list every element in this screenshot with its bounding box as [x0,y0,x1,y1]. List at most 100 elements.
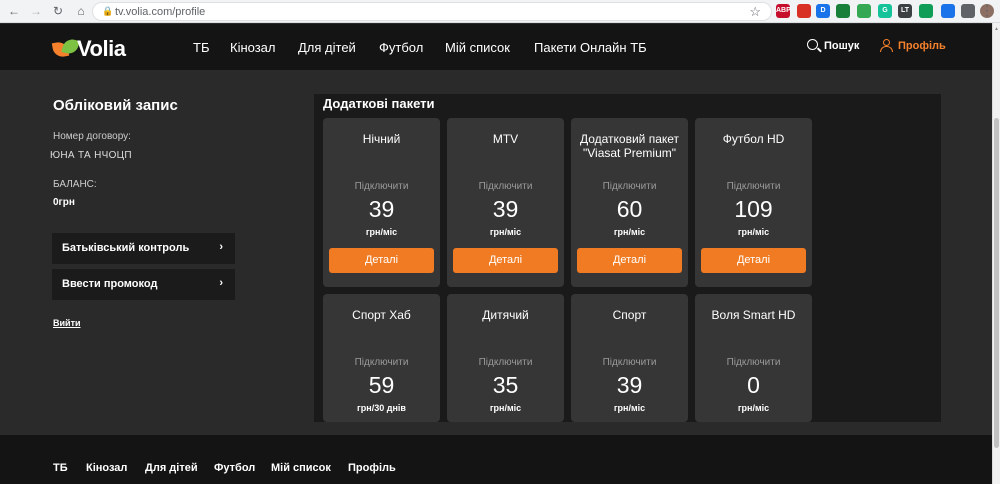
user-icon [880,39,893,52]
package-details-button[interactable]: Деталі [329,248,434,273]
extension-doc-icon[interactable] [857,4,871,18]
package-connect-label: Підключити [602,357,657,368]
package-name: Дитячий [482,308,529,322]
package-price: 35 [492,372,519,398]
parental-control-label: Батьківський контроль [62,242,190,254]
adblock-plus-icon[interactable]: ABP [776,4,791,18]
nav-kids[interactable]: Для дітей [298,40,356,55]
footer-nav-cinema[interactable]: Кінозал [86,462,127,474]
scrollbar-thumb[interactable] [994,118,999,448]
nav-tv[interactable]: ТБ [193,40,209,55]
extension-d-icon[interactable]: D [816,4,830,18]
footer-nav-profile[interactable]: Профіль [348,462,396,474]
site-header: Volia ТБ Кінозал Для дітей Футбол Мій сп… [0,24,992,70]
extension-blue-icon[interactable] [941,4,955,18]
package-price: 39 [368,196,395,222]
package-price: 0 [747,372,760,398]
package-price-unit: грн/міс [737,403,770,413]
package-connect-label: Підключити [354,181,409,192]
contract-label: Номер договору: [53,131,131,142]
extension-green-icon[interactable] [836,4,850,18]
forward-arrow-icon[interactable]: → [28,3,44,19]
bookmark-star-icon[interactable]: ☆ [749,4,761,20]
puzzle-icon[interactable] [961,4,975,18]
grammarly-icon[interactable]: G [878,4,892,18]
chevron-right-icon: › [219,277,223,289]
extension-check-icon[interactable] [919,4,933,18]
package-name: Додатковий пакет "Viasat Premium" [579,132,680,160]
scroll-up-icon[interactable]: ▲ [994,26,999,32]
promo-code-label: Ввести промокод [62,278,158,290]
volia-logo[interactable]: Volia [51,35,138,61]
search-label: Пошук [824,40,860,52]
package-price-unit: грн/міс [489,403,522,413]
package-name: Воля Smart HD [711,308,796,322]
package-details-button[interactable]: Деталі [701,248,806,273]
package-card[interactable]: Воля Smart HD Підключити 0 грн/міс [695,294,812,422]
footer-nav-my-list[interactable]: Мій список [271,462,331,474]
balance-label: БАЛАНС: [53,179,97,190]
home-icon[interactable]: ⌂ [73,3,89,19]
package-price: 109 [734,196,773,222]
search-button[interactable]: Пошук [807,39,859,52]
back-arrow-icon[interactable]: ← [6,3,22,19]
package-card[interactable]: Нічний Підключити 39 грн/міс Деталі [323,118,440,287]
package-card[interactable]: MTV Підключити 39 грн/міс Деталі [447,118,564,287]
package-connect-label: Підключити [354,357,409,368]
package-connect-label: Підключити [478,357,533,368]
account-title: Обліковий запис [53,97,178,114]
package-price-unit: грн/міс [365,227,398,237]
lock-icon: 🔒 [102,6,114,16]
site-footer: ТБ Кінозал Для дітей Футбол Мій список П… [0,435,992,484]
package-price-unit: грн/міс [613,227,646,237]
package-price: 39 [492,196,519,222]
parental-control-button[interactable]: Батьківський контроль › [52,233,235,264]
logout-link[interactable]: Вийти [53,318,81,328]
footer-nav-tv[interactable]: ТБ [53,462,68,474]
package-name: Нічний [362,132,401,146]
package-connect-label: Підключити [602,181,657,192]
package-name: Спорт [612,308,647,322]
package-connect-label: Підключити [478,181,533,192]
extension-lt-icon[interactable]: LT [898,4,912,18]
contract-number: ЮНА ТА НЧОЦП [50,150,132,161]
address-url[interactable]: tv.volia.com/profile [115,6,205,18]
package-price: 39 [616,372,643,398]
page-scrollbar[interactable]: ▲ [992,23,1000,484]
footer-nav-kids[interactable]: Для дітей [145,462,198,474]
package-price-unit: грн/30 днів [357,403,406,413]
profile-label: Профіль [898,40,946,52]
package-card[interactable]: Спорт Хаб Підключити 59 грн/30 днів [323,294,440,422]
reload-icon[interactable]: ↻ [50,3,66,19]
package-price-unit: грн/міс [737,227,770,237]
package-card[interactable]: Додатковий пакет "Viasat Premium" Підключ… [571,118,688,287]
extension-red-icon[interactable] [797,4,811,18]
package-card[interactable]: Футбол HD Підключити 109 грн/міс Деталі [695,118,812,287]
package-name: Спорт Хаб [352,308,411,322]
address-bar[interactable]: 🔒 tv.volia.com/profile ☆ [92,2,772,21]
nav-football[interactable]: Футбол [379,40,423,55]
nav-my-list[interactable]: Мій список [445,40,510,55]
package-price-unit: грн/міс [489,227,522,237]
packages-title: Додаткові пакети [323,96,435,111]
package-name: Футбол HD [722,132,785,146]
browser-menu-icon[interactable]: ⋮ [980,2,994,19]
profile-button[interactable]: Профіль [880,39,946,52]
package-price: 59 [368,372,395,398]
package-name: MTV [492,132,519,146]
promo-code-button[interactable]: Ввести промокод › [52,269,235,300]
package-details-button[interactable]: Деталі [577,248,682,273]
package-card[interactable]: Спорт Підключити 39 грн/міс [571,294,688,422]
nav-cinema[interactable]: Кінозал [230,40,276,55]
search-icon [807,39,818,50]
balance-value: 0грн [53,197,75,208]
package-card[interactable]: Дитячий Підключити 35 грн/міс [447,294,564,422]
package-connect-label: Підключити [726,181,781,192]
logo-text: Volia [77,36,126,61]
package-details-button[interactable]: Деталі [453,248,558,273]
chevron-right-icon: › [219,241,223,253]
package-price-unit: грн/міс [613,403,646,413]
browser-toolbar: ← → ↻ ⌂ 🔒 tv.volia.com/profile ☆ ABP D G LT… [0,0,1000,23]
footer-nav-football[interactable]: Футбол [214,462,255,474]
nav-online-tv-packages[interactable]: Пакети Онлайн ТБ [534,40,647,55]
